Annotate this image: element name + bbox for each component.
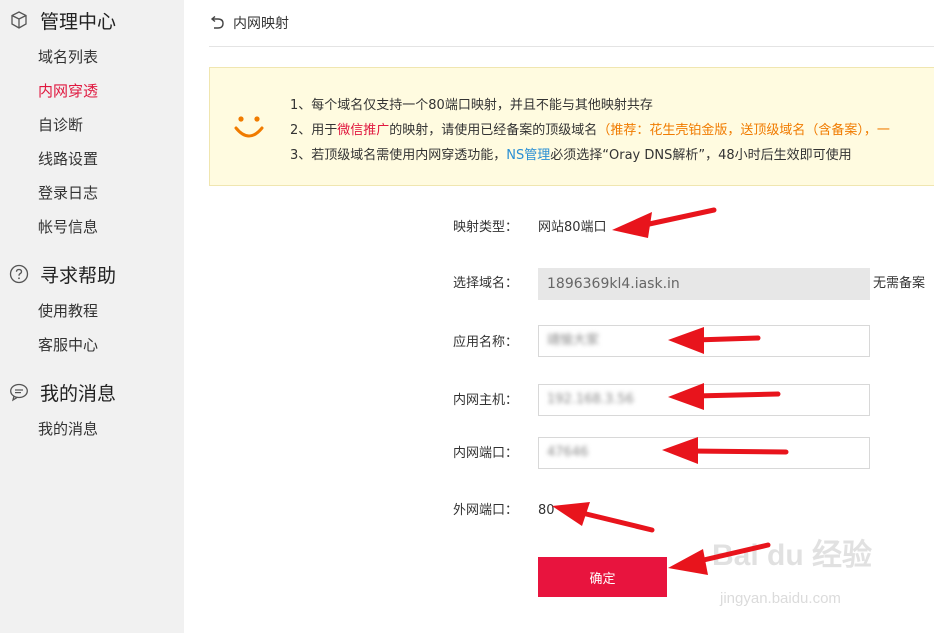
port-value: 47646 (547, 445, 589, 460)
smile-icon (234, 114, 264, 144)
notice-box: 1、每个域名仅支持一个80端口映射，并且不能与其他映射共存 2、用于微信推广的映… (209, 67, 934, 186)
arrow-mapping-type (612, 207, 717, 238)
sidebar-item-intranet[interactable]: 内网穿透 (38, 80, 98, 102)
page-title: 内网映射 (233, 16, 289, 32)
external-port-label: 外网端口： (453, 503, 519, 518)
sidebar-item-my-messages[interactable]: 我的消息 (38, 418, 98, 440)
back-arrow-icon[interactable] (209, 16, 225, 30)
sidebar-group-title: 寻求帮助 (40, 264, 117, 287)
notice-lines: 1、每个域名仅支持一个80端口映射，并且不能与其他映射共存 2、用于微信推广的映… (290, 93, 890, 168)
recommend-text: （推荐：花生壳铂金版，送顶级域名（含备案），一 (597, 123, 890, 138)
app-name-input[interactable]: 靖愉大家 (538, 325, 870, 357)
sidebar-item-tutorial[interactable]: 使用教程 (38, 300, 98, 322)
page-header: 内网映射 (209, 12, 289, 34)
sidebar-item-customer-service[interactable]: 客服中心 (38, 334, 98, 356)
mapping-type-value: 网站80端口 (538, 220, 607, 235)
sidebar-group-messages: 我的消息 (8, 378, 116, 406)
mapping-type-label: 映射类型： (453, 220, 519, 235)
watermark-text: Bai du 经验 (712, 539, 873, 572)
domain-select[interactable]: 1896369kl4.iask.in (538, 268, 870, 300)
sidebar-item-login-log[interactable]: 登录日志 (38, 182, 98, 204)
sidebar-group-title: 我的消息 (40, 382, 117, 405)
baidu-watermark: Bai du 经验 jingyan.baidu.com (712, 530, 912, 620)
app-name-value: 靖愉大家 (547, 333, 600, 348)
port-label: 内网端口： (453, 446, 519, 461)
host-label: 内网主机： (453, 393, 519, 408)
sidebar-item-self-diagnosis[interactable]: 自诊断 (38, 114, 83, 136)
notice-line-2: 2、用于微信推广的映射，请使用已经备案的顶级域名（推荐：花生壳铂金版，送顶级域名… (290, 123, 890, 138)
notice-line-3: 3、若顶级域名需使用内网穿透功能，NS管理必须选择“Oray DNS解析”，48… (290, 148, 852, 163)
cube-icon (8, 9, 30, 31)
header-divider (209, 46, 934, 47)
host-input[interactable]: 192.168.3.56 (538, 384, 870, 416)
wechat-promo-text: 微信推广 (337, 123, 390, 138)
sidebar-item-domain-list[interactable]: 域名列表 (38, 46, 98, 68)
domain-hint: 无需备案 (873, 276, 926, 291)
watermark-url: jingyan.baidu.com (720, 590, 841, 607)
arrow-external-port (552, 502, 655, 533)
sidebar-item-account-info[interactable]: 帐号信息 (38, 216, 98, 238)
message-bubble-icon (8, 381, 30, 403)
help-circle-icon (8, 263, 30, 285)
external-port-value: 80 (538, 503, 555, 518)
sidebar-group-management: 管理中心 (8, 6, 116, 34)
domain-label: 选择域名： (453, 276, 519, 291)
app-name-label: 应用名称： (453, 335, 519, 350)
host-value: 192.168.3.56 (547, 392, 634, 407)
sidebar-item-line-settings[interactable]: 线路设置 (38, 148, 98, 170)
ns-manage-link[interactable]: NS管理 (506, 148, 550, 163)
notice-line-1: 1、每个域名仅支持一个80端口映射，并且不能与其他映射共存 (290, 98, 653, 113)
port-input[interactable]: 47646 (538, 437, 870, 469)
confirm-button[interactable]: 确定 (538, 557, 667, 597)
sidebar: 管理中心 域名列表 内网穿透 自诊断 线路设置 登录日志 帐号信息 寻求帮助 使… (0, 0, 184, 633)
sidebar-group-help: 寻求帮助 (8, 260, 116, 288)
sidebar-group-title: 管理中心 (40, 10, 117, 33)
